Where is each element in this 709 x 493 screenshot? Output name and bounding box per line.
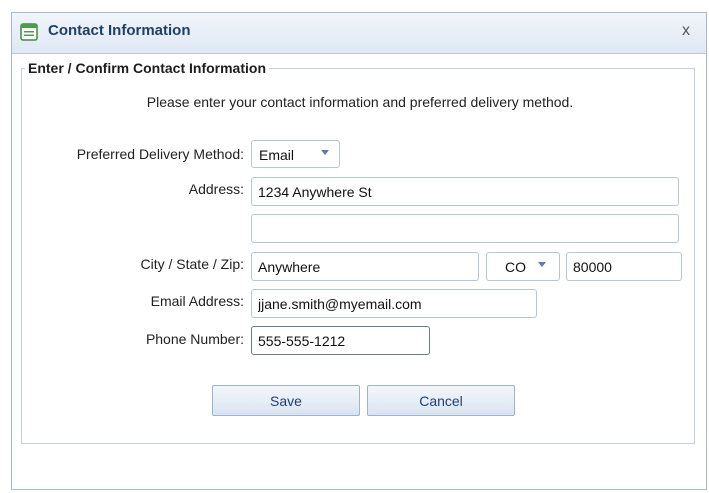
cancel-button[interactable]: Cancel	[367, 385, 515, 416]
close-icon: x	[682, 22, 690, 39]
zip-input[interactable]	[566, 252, 682, 281]
city-input[interactable]	[251, 252, 479, 281]
delivery-method-label: Preferred Delivery Method:	[76, 146, 244, 162]
phone-label: Phone Number:	[145, 331, 244, 347]
address-line1-input[interactable]	[251, 177, 679, 206]
delivery-method-value: Email	[259, 147, 295, 163]
state-value: CO	[505, 259, 526, 275]
save-button[interactable]: Save	[212, 385, 360, 416]
email-label: Email Address:	[150, 293, 244, 309]
email-input[interactable]	[251, 289, 537, 318]
window-title: Contact Information	[48, 22, 191, 39]
chevron-down-icon	[538, 262, 546, 267]
phone-input[interactable]	[251, 326, 430, 355]
group-legend: Enter / Confirm Contact Information	[25, 60, 269, 76]
address-line2-input[interactable]	[251, 214, 679, 243]
address-label: Address:	[188, 181, 244, 197]
form-window-icon	[20, 23, 38, 41]
state-dropdown[interactable]: CO	[486, 252, 560, 281]
instructions-text: Please enter your contact information an…	[146, 94, 574, 110]
city-state-zip-label: City / State / Zip:	[140, 256, 244, 272]
chevron-down-icon	[321, 150, 329, 155]
contact-information-dialog: Contact Information x Enter / Confirm Co…	[11, 12, 707, 490]
delivery-method-dropdown[interactable]: Email	[251, 140, 340, 168]
close-button[interactable]: x	[674, 19, 698, 43]
title-bar: Contact Information x	[12, 13, 706, 54]
